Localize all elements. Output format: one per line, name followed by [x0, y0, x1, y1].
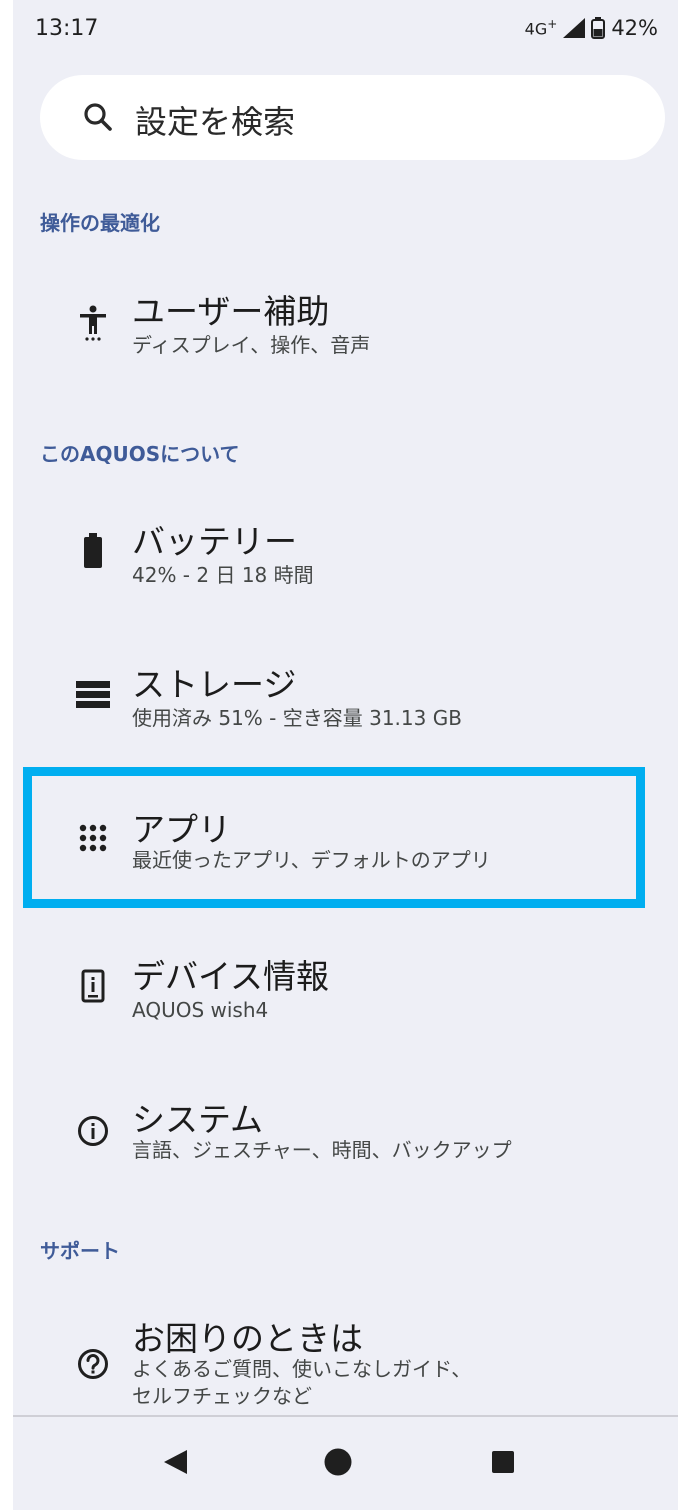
- highlight-box: [23, 767, 645, 908]
- search-bar[interactable]: 設定を検索: [40, 75, 665, 160]
- status-bar: 13:17 4G+ 42%: [13, 0, 678, 64]
- network-type: 4G+: [525, 17, 558, 38]
- settings-item-system[interactable]: システム 言語、ジェスチャー、時間、バックアップ: [35, 1085, 656, 1185]
- section-header-support: サポート: [40, 1239, 120, 1263]
- settings-item-subtitle: 使用済み 51% - 空き容量 31.13 GB: [132, 706, 462, 730]
- settings-item-title: ユーザー補助: [132, 292, 330, 331]
- settings-item-subtitle-line1: よくあるご質問、使いこなしガイド、: [132, 1357, 472, 1381]
- search-placeholder: 設定を検索: [135, 103, 296, 141]
- settings-item-subtitle: 42% - 2 日 18 時間: [132, 563, 314, 587]
- status-indicators: 4G+ 42%: [525, 16, 658, 40]
- back-icon[interactable]: [160, 1447, 190, 1477]
- recents-icon[interactable]: [488, 1447, 518, 1477]
- settings-item-device-info[interactable]: デバイス情報 AQUOS wish4: [35, 940, 656, 1040]
- settings-item-storage[interactable]: ストレージ 使用済み 51% - 空き容量 31.13 GB: [35, 648, 656, 748]
- settings-item-help[interactable]: お困りのときは よくあるご質問、使いこなしガイド、 セルフチェックなど: [35, 1300, 656, 1415]
- section-header-optimization: 操作の最適化: [40, 211, 160, 235]
- settings-item-title: デバイス情報: [132, 957, 330, 996]
- settings-item-title: ストレージ: [132, 665, 297, 704]
- device-info-icon: [75, 968, 111, 1004]
- settings-item-title: システム: [132, 1100, 264, 1139]
- battery-percent: 42%: [611, 16, 658, 40]
- settings-item-title: バッテリー: [132, 522, 297, 561]
- battery-status-icon: [591, 17, 606, 39]
- settings-item-accessibility[interactable]: ユーザー補助 ディスプレイ、操作、音声: [35, 275, 656, 375]
- settings-item-subtitle: ディスプレイ、操作、音声: [132, 333, 371, 357]
- storage-icon: [75, 676, 111, 712]
- navigation-bar: [13, 1417, 678, 1510]
- network-sup: +: [547, 17, 558, 32]
- search-icon: [84, 103, 112, 131]
- settings-item-subtitle-line2: セルフチェックなど: [132, 1384, 312, 1408]
- battery-icon: [75, 533, 111, 569]
- settings-item-title: お困りのときは: [132, 1319, 363, 1358]
- signal-icon: [563, 18, 586, 38]
- section-header-about: このAQUOSについて: [40, 442, 240, 466]
- settings-screen: 13:17 4G+ 42% 設定を検索 操作の最適化 ユーザー補助 ディスプレイ…: [13, 0, 678, 1510]
- home-icon[interactable]: [323, 1447, 353, 1477]
- settings-item-subtitle: 言語、ジェスチャー、時間、バックアップ: [132, 1138, 512, 1162]
- settings-item-subtitle: AQUOS wish4: [132, 998, 269, 1022]
- accessibility-icon: [75, 305, 111, 341]
- status-time: 13:17: [35, 16, 99, 41]
- help-icon: [75, 1346, 111, 1382]
- info-icon: [75, 1113, 111, 1149]
- settings-item-battery[interactable]: バッテリー 42% - 2 日 18 時間: [35, 505, 656, 605]
- network-label: 4G: [524, 19, 548, 39]
